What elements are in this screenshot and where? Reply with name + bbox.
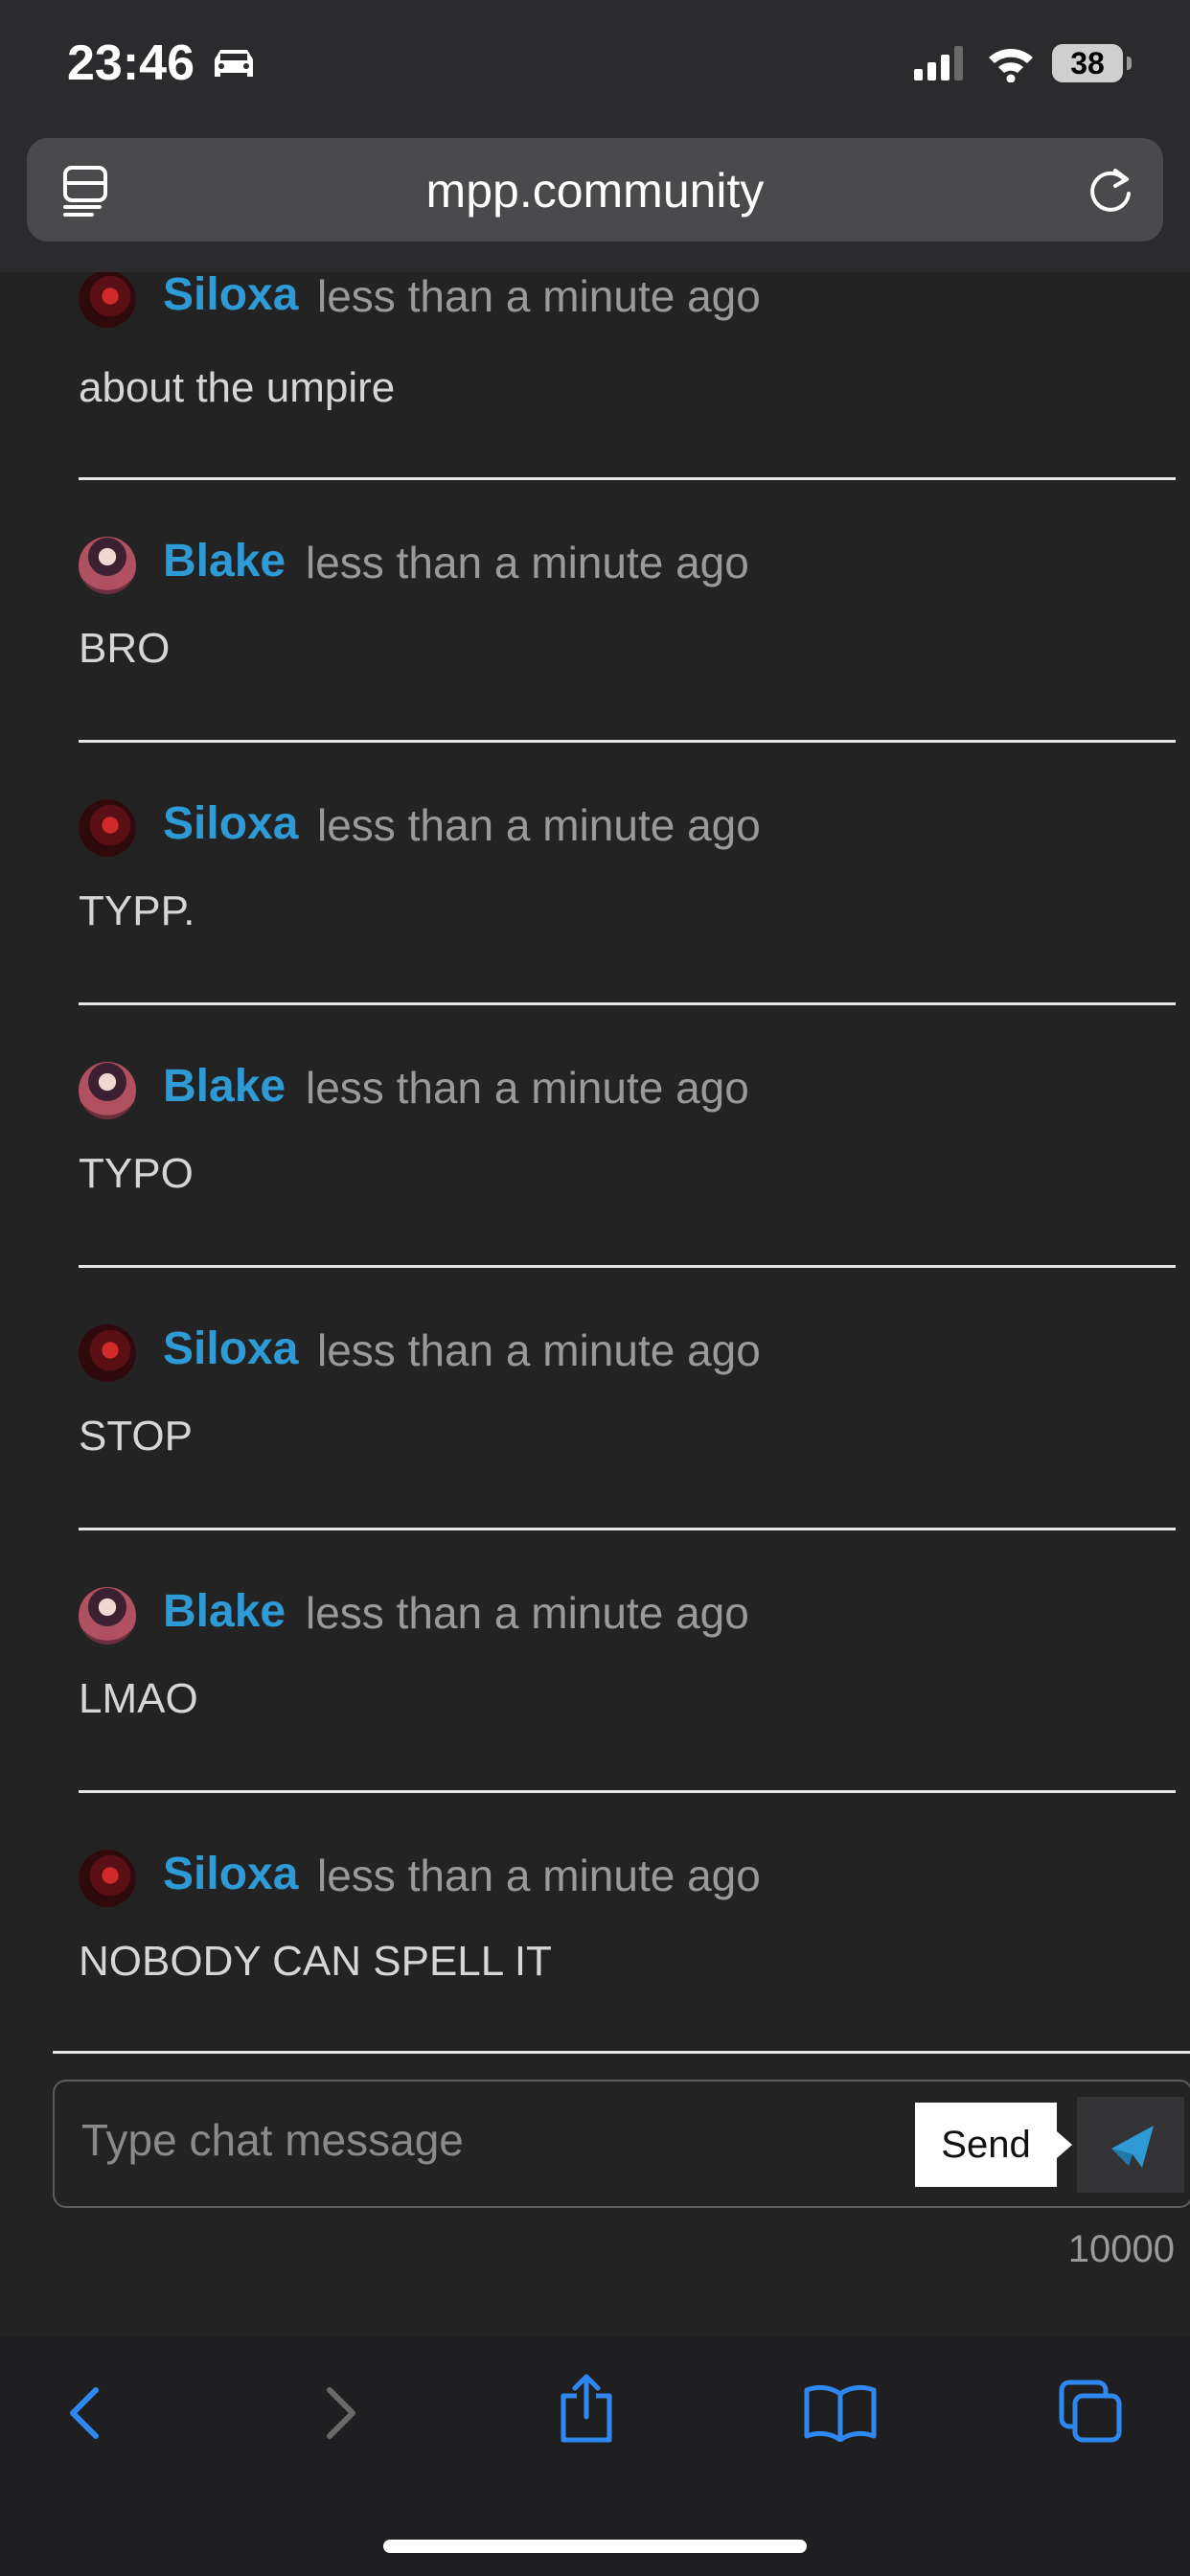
timestamp: less than a minute ago xyxy=(317,272,761,321)
message-divider xyxy=(79,1790,1176,1793)
chat-input[interactable]: Type chat message xyxy=(81,2114,464,2166)
cellular-signal-icon xyxy=(914,46,963,80)
username[interactable]: Siloxa xyxy=(163,272,298,321)
url-text[interactable]: mpp.community xyxy=(27,163,1163,218)
message-divider xyxy=(53,2051,1190,2054)
home-indicator[interactable] xyxy=(383,2540,807,2553)
message-text: NOBODY CAN SPELL IT xyxy=(79,1938,552,1985)
username[interactable]: Blake xyxy=(163,535,286,587)
message-divider xyxy=(79,1528,1176,1530)
avatar[interactable] xyxy=(79,1850,136,1907)
timestamp: less than a minute ago xyxy=(317,1325,761,1375)
message-text: STOP xyxy=(79,1413,194,1460)
username[interactable]: Blake xyxy=(163,1585,286,1638)
avatar[interactable] xyxy=(79,1587,136,1644)
username[interactable]: Siloxa xyxy=(163,797,298,850)
message-divider xyxy=(79,1265,1176,1268)
avatar[interactable] xyxy=(79,799,136,857)
message-divider xyxy=(79,477,1176,480)
timestamp: less than a minute ago xyxy=(306,1063,749,1113)
username[interactable]: Siloxa xyxy=(163,1322,298,1375)
send-button[interactable] xyxy=(1077,2097,1184,2193)
browser-toolbar: mpp.community xyxy=(0,134,1190,272)
avatar[interactable] xyxy=(79,1324,136,1382)
message-divider xyxy=(79,740,1176,743)
message-text: TYPP. xyxy=(79,887,195,934)
avatar[interactable] xyxy=(79,272,136,328)
wifi-icon xyxy=(989,49,1033,82)
bookmarks-icon[interactable] xyxy=(803,2382,878,2442)
message-text: TYPO xyxy=(79,1150,194,1197)
timestamp: less than a minute ago xyxy=(306,538,749,587)
address-bar[interactable]: mpp.community xyxy=(27,138,1163,242)
timestamp: less than a minute ago xyxy=(317,1851,761,1900)
back-icon[interactable] xyxy=(61,2382,109,2444)
car-icon xyxy=(215,50,253,77)
share-icon[interactable] xyxy=(556,2371,617,2444)
message-text: LMAO xyxy=(79,1675,198,1722)
username[interactable]: Siloxa xyxy=(163,1848,298,1900)
avatar[interactable] xyxy=(79,537,136,594)
username[interactable]: Blake xyxy=(163,1060,286,1113)
status-bar: 23:46 38 xyxy=(0,0,1190,134)
status-time: 23:46 xyxy=(67,35,195,91)
chat-composer: Type chat message Send xyxy=(53,2080,1190,2208)
character-count: 10000 xyxy=(1067,2228,1175,2270)
tabs-icon[interactable] xyxy=(1058,2379,1125,2446)
timestamp: less than a minute ago xyxy=(317,800,761,850)
paper-plane-icon xyxy=(1111,2126,1154,2168)
message-text: about the umpire xyxy=(79,364,396,411)
forward-icon xyxy=(327,2387,355,2439)
reload-icon[interactable] xyxy=(1087,165,1134,215)
timestamp: less than a minute ago xyxy=(306,1588,749,1638)
message-text: BRO xyxy=(79,625,171,672)
battery-indicator: 38 xyxy=(1052,44,1132,82)
send-tooltip: Send xyxy=(915,2103,1072,2187)
message-divider xyxy=(79,1002,1176,1005)
avatar[interactable] xyxy=(79,1062,136,1119)
chat-messages[interactable]: Siloxa less than a minute ago about the … xyxy=(0,272,1190,2055)
